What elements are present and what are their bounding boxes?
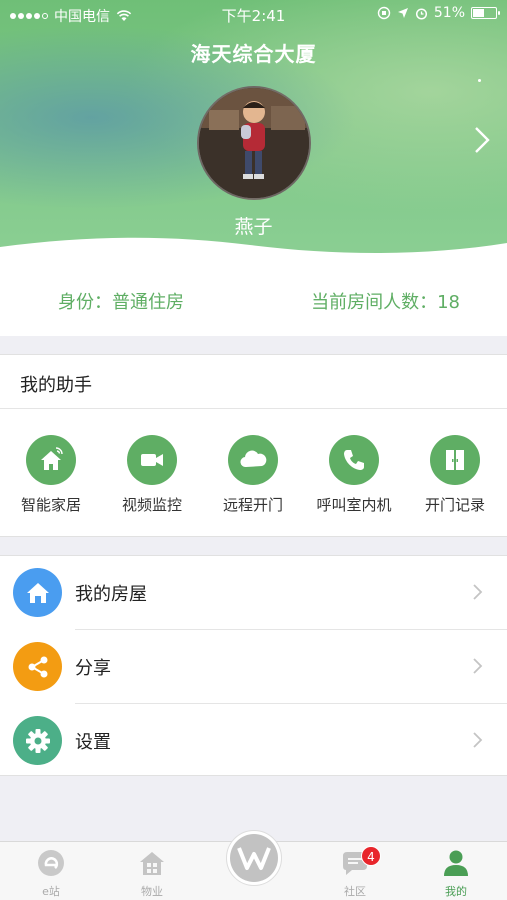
avatar-photo xyxy=(199,88,309,198)
tool-remote-open[interactable]: 远程开门 xyxy=(203,435,303,515)
menu-label: 设置 xyxy=(75,732,111,753)
menu-item-settings[interactable]: 设置 xyxy=(0,704,507,777)
tool-video-monitor[interactable]: 视频监控 xyxy=(102,435,202,515)
share-icon xyxy=(13,642,62,691)
video-camera-icon xyxy=(127,435,177,485)
tool-smart-home[interactable]: 智能家居 xyxy=(1,435,101,515)
tab-property[interactable]: 物业 xyxy=(122,848,182,899)
property-icon xyxy=(140,852,164,875)
alarm-icon xyxy=(415,7,427,20)
tab-label: 物业 xyxy=(141,885,163,898)
location-icon xyxy=(397,8,408,18)
header-wave xyxy=(0,237,507,262)
tab-label: e站 xyxy=(42,885,60,898)
tool-call-indoor[interactable]: 呼叫室内机 xyxy=(304,435,404,515)
avatar[interactable] xyxy=(197,86,311,200)
decor-dot xyxy=(478,79,481,82)
tab-mine[interactable]: 我的 xyxy=(426,848,486,899)
phone-icon xyxy=(329,435,379,485)
door-record-icon xyxy=(430,435,480,485)
profile-chevron-icon[interactable] xyxy=(473,126,491,154)
menu-label: 分享 xyxy=(75,658,111,679)
menu-list: 我的房屋 分享 设置 xyxy=(0,555,507,776)
identity-row: 身份：普通住房 当前房间人数：18 xyxy=(0,262,507,336)
battery-icon xyxy=(471,7,500,19)
battery-percent: 51% xyxy=(433,5,465,21)
community-badge: 4 xyxy=(361,846,381,866)
room-count-label: 当前房间人数： xyxy=(311,292,438,313)
menu-item-share[interactable]: 分享 xyxy=(0,630,507,703)
gear-icon xyxy=(13,716,62,765)
building-title: 海天综合大厦 xyxy=(190,42,317,66)
cloud-icon xyxy=(228,435,278,485)
role-info: 身份：普通住房 xyxy=(58,288,184,314)
tab-e-station[interactable]: e站 xyxy=(21,848,81,899)
role-label: 身份： xyxy=(58,292,112,313)
tool-label: 视频监控 xyxy=(121,496,182,514)
assistant-title: 我的助手 xyxy=(20,375,92,396)
tab-label: 社区 xyxy=(344,885,366,898)
tool-label: 开门记录 xyxy=(424,496,485,514)
tab-label: 我的 xyxy=(445,885,467,898)
person-icon xyxy=(444,850,468,876)
house-icon xyxy=(13,568,62,617)
assistant-section: 我的助手 智能家居 视频监控 远程开门 呼叫室内机 开门记录 xyxy=(0,354,507,537)
tool-door-record[interactable]: 开门记录 xyxy=(405,435,505,515)
chevron-right-icon xyxy=(473,658,483,674)
tool-label: 远程开门 xyxy=(222,496,283,514)
chevron-right-icon xyxy=(473,584,483,600)
center-action-button[interactable] xyxy=(226,830,282,886)
status-bar: 中国电信 下午2:41 51% xyxy=(0,0,507,28)
menu-item-my-house[interactable]: 我的房屋 xyxy=(0,556,507,629)
e-station-icon xyxy=(38,850,64,876)
menu-label: 我的房屋 xyxy=(75,584,147,605)
smart-home-icon xyxy=(26,435,76,485)
room-count-value: 18 xyxy=(437,292,460,313)
tool-label: 呼叫室内机 xyxy=(316,496,392,514)
orientation-lock-icon xyxy=(377,6,391,20)
profile-header: 中国电信 下午2:41 51% 海天综合大厦 燕子 xyxy=(0,0,507,262)
room-count-info: 当前房间人数：18 xyxy=(311,288,460,314)
chevron-right-icon xyxy=(473,732,483,748)
tool-label: 智能家居 xyxy=(20,496,81,514)
divider xyxy=(0,408,507,409)
role-value: 普通住房 xyxy=(112,292,184,313)
center-logo-icon xyxy=(230,834,278,882)
